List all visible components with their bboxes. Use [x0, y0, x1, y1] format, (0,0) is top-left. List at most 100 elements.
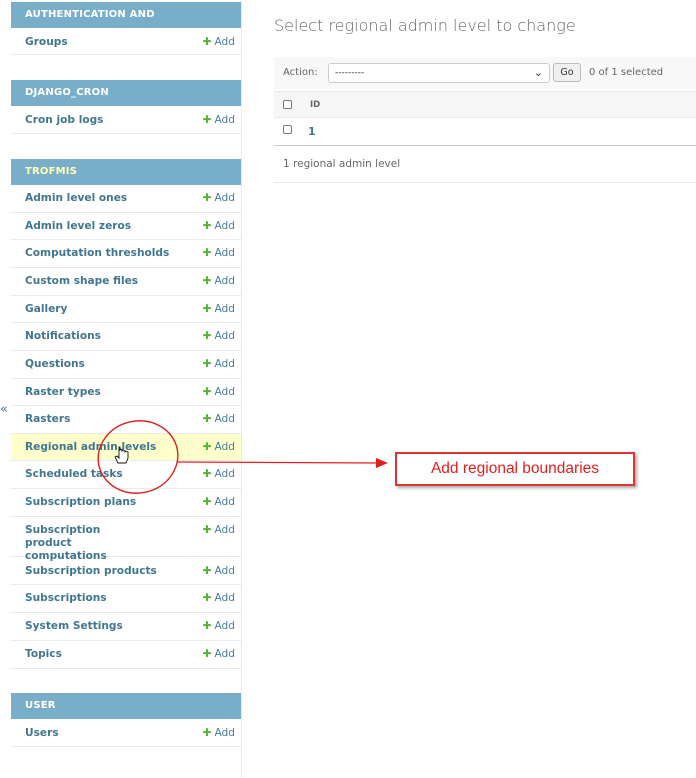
add-raster-types-link[interactable]: ✚ Add [203, 386, 235, 399]
action-select[interactable]: --------- ⌄ [328, 63, 550, 83]
plus-icon: ✚ [202, 275, 212, 287]
model-link-notifications[interactable]: Notifications [25, 330, 101, 343]
app-caption[interactable]: DJANGO_CRON [11, 80, 241, 106]
app-module-django-cron: DJANGO_CRON Cron job logs ✚ Add [11, 80, 241, 134]
add-rasters-link[interactable]: ✚ Add [203, 413, 235, 426]
add-label: Add [214, 648, 235, 660]
model-link-cron-job-logs[interactable]: Cron job logs [25, 114, 104, 127]
app-module-auth: AUTHENTICATION AND AUTHORIZATION Groups … [11, 2, 241, 55]
actions-bar: Action: --------- ⌄ Go 0 of 1 selected [274, 57, 696, 89]
chevron-down-icon: ⌄ [533, 66, 543, 79]
model-link-admin-level-zeros[interactable]: Admin level zeros [25, 220, 131, 233]
add-label: Add [214, 358, 235, 370]
add-subscription-product-computations-link[interactable]: ✚ Add [203, 524, 235, 537]
model-link-subscription-products[interactable]: Subscription products [25, 565, 157, 578]
plus-icon: ✚ [202, 727, 212, 739]
add-label: Add [214, 592, 235, 604]
model-link-admin-level-ones[interactable]: Admin level ones [25, 192, 127, 205]
collapse-sidebar-toggle[interactable]: « [0, 402, 10, 418]
model-link-custom-shape-files[interactable]: Custom shape files [25, 275, 138, 288]
plus-icon: ✚ [202, 468, 212, 480]
add-subscription-plans-link[interactable]: ✚ Add [203, 496, 235, 509]
model-link-scheduled-tasks[interactable]: Scheduled tasks [25, 468, 123, 481]
plus-icon: ✚ [202, 330, 212, 342]
add-notifications-link[interactable]: ✚ Add [203, 330, 235, 343]
model-row-system-settings: System Settings ✚ Add [11, 613, 241, 641]
plus-icon: ✚ [202, 496, 212, 508]
app-module-user: USER Users ✚ Add [11, 693, 241, 747]
model-row-subscription-products: Subscription products ✚ Add [11, 557, 241, 585]
add-label: Add [214, 303, 235, 315]
app-caption[interactable]: USER [11, 693, 241, 719]
select-all-checkbox[interactable] [283, 100, 292, 109]
add-label: Add [214, 247, 235, 259]
model-row-subscription-product-computations: Subscription product computations ✚ Add [11, 517, 241, 562]
add-questions-link[interactable]: ✚ Add [203, 358, 235, 371]
model-row-regional-admin-levels: Regional admin levels ✚ Add [11, 434, 241, 461]
plus-icon: ✚ [202, 220, 212, 232]
plus-icon: ✚ [202, 592, 212, 604]
plus-icon: ✚ [202, 358, 212, 370]
plus-icon: ✚ [202, 36, 212, 48]
row-checkbox[interactable] [283, 125, 292, 134]
results-table-header: ID [274, 91, 696, 118]
add-regional-admin-levels-link[interactable]: ✚ Add [203, 441, 235, 454]
model-link-computation-thresholds[interactable]: Computation thresholds [25, 247, 169, 260]
model-link-rasters[interactable]: Rasters [25, 413, 70, 426]
model-link-gallery[interactable]: Gallery [25, 303, 67, 316]
model-row-custom-shape-files: Custom shape files ✚ Add [11, 268, 241, 296]
model-link-subscription-plans[interactable]: Subscription plans [25, 496, 136, 509]
plus-icon: ✚ [202, 413, 212, 425]
model-link-questions[interactable]: Questions [25, 358, 85, 371]
annotation-arrowhead [376, 458, 388, 468]
add-computation-thresholds-link[interactable]: ✚ Add [203, 247, 235, 260]
add-subscriptions-link[interactable]: ✚ Add [203, 592, 235, 605]
model-row-users: Users ✚ Add [11, 719, 241, 747]
app-module-trofmis: TROFMIS Admin level ones ✚ Add Admin leve… [11, 159, 241, 669]
model-row-subscriptions: Subscriptions ✚ Add [11, 585, 241, 613]
model-link-users[interactable]: Users [25, 727, 59, 740]
model-row-scheduled-tasks: Scheduled tasks ✚ Add [11, 461, 241, 489]
model-link-regional-admin-levels[interactable]: Regional admin levels [25, 441, 156, 454]
row-id-link[interactable]: 1 [308, 125, 316, 138]
selection-counter: 0 of 1 selected [589, 67, 664, 78]
add-groups-link[interactable]: ✚ Add [203, 36, 235, 49]
add-label: Add [214, 36, 235, 48]
add-label: Add [214, 275, 235, 287]
add-admin-level-ones-link[interactable]: ✚ Add [203, 192, 235, 205]
model-link-subscriptions[interactable]: Subscriptions [25, 592, 107, 605]
add-subscription-products-link[interactable]: ✚ Add [203, 565, 235, 578]
model-link-topics[interactable]: Topics [25, 648, 62, 661]
add-admin-level-zeros-link[interactable]: ✚ Add [203, 220, 235, 233]
plus-icon: ✚ [202, 386, 212, 398]
plus-icon: ✚ [202, 620, 212, 632]
app-caption[interactable]: TROFMIS [11, 159, 241, 185]
add-label: Add [214, 565, 235, 577]
plus-icon: ✚ [202, 524, 212, 536]
column-header-id[interactable]: ID [310, 100, 320, 110]
plus-icon: ✚ [202, 648, 212, 660]
model-row-admin-level-ones: Admin level ones ✚ Add [11, 185, 241, 213]
add-custom-shape-files-link[interactable]: ✚ Add [203, 275, 235, 288]
go-button[interactable]: Go [553, 63, 581, 82]
app-caption[interactable]: AUTHENTICATION AND AUTHORIZATION [11, 2, 241, 46]
add-label: Add [214, 386, 235, 398]
model-row-notifications: Notifications ✚ Add [11, 323, 241, 351]
add-label: Add [214, 441, 235, 453]
model-row-raster-types: Raster types ✚ Add [11, 379, 241, 406]
add-label: Add [214, 220, 235, 232]
plus-icon: ✚ [202, 303, 212, 315]
add-gallery-link[interactable]: ✚ Add [203, 303, 235, 316]
model-link-groups[interactable]: Groups [25, 36, 68, 49]
add-scheduled-tasks-link[interactable]: ✚ Add [203, 468, 235, 481]
add-users-link[interactable]: ✚ Add [203, 727, 235, 740]
model-link-system-settings[interactable]: System Settings [25, 620, 123, 633]
model-row-gallery: Gallery ✚ Add [11, 296, 241, 323]
add-system-settings-link[interactable]: ✚ Add [203, 620, 235, 633]
add-cron-job-logs-link[interactable]: ✚ Add [203, 114, 235, 127]
model-link-raster-types[interactable]: Raster types [25, 386, 101, 399]
add-topics-link[interactable]: ✚ Add [203, 648, 235, 661]
model-row-rasters: Rasters ✚ Add [11, 406, 241, 434]
model-row-groups: Groups ✚ Add [11, 28, 241, 55]
action-label: Action: [283, 67, 318, 78]
